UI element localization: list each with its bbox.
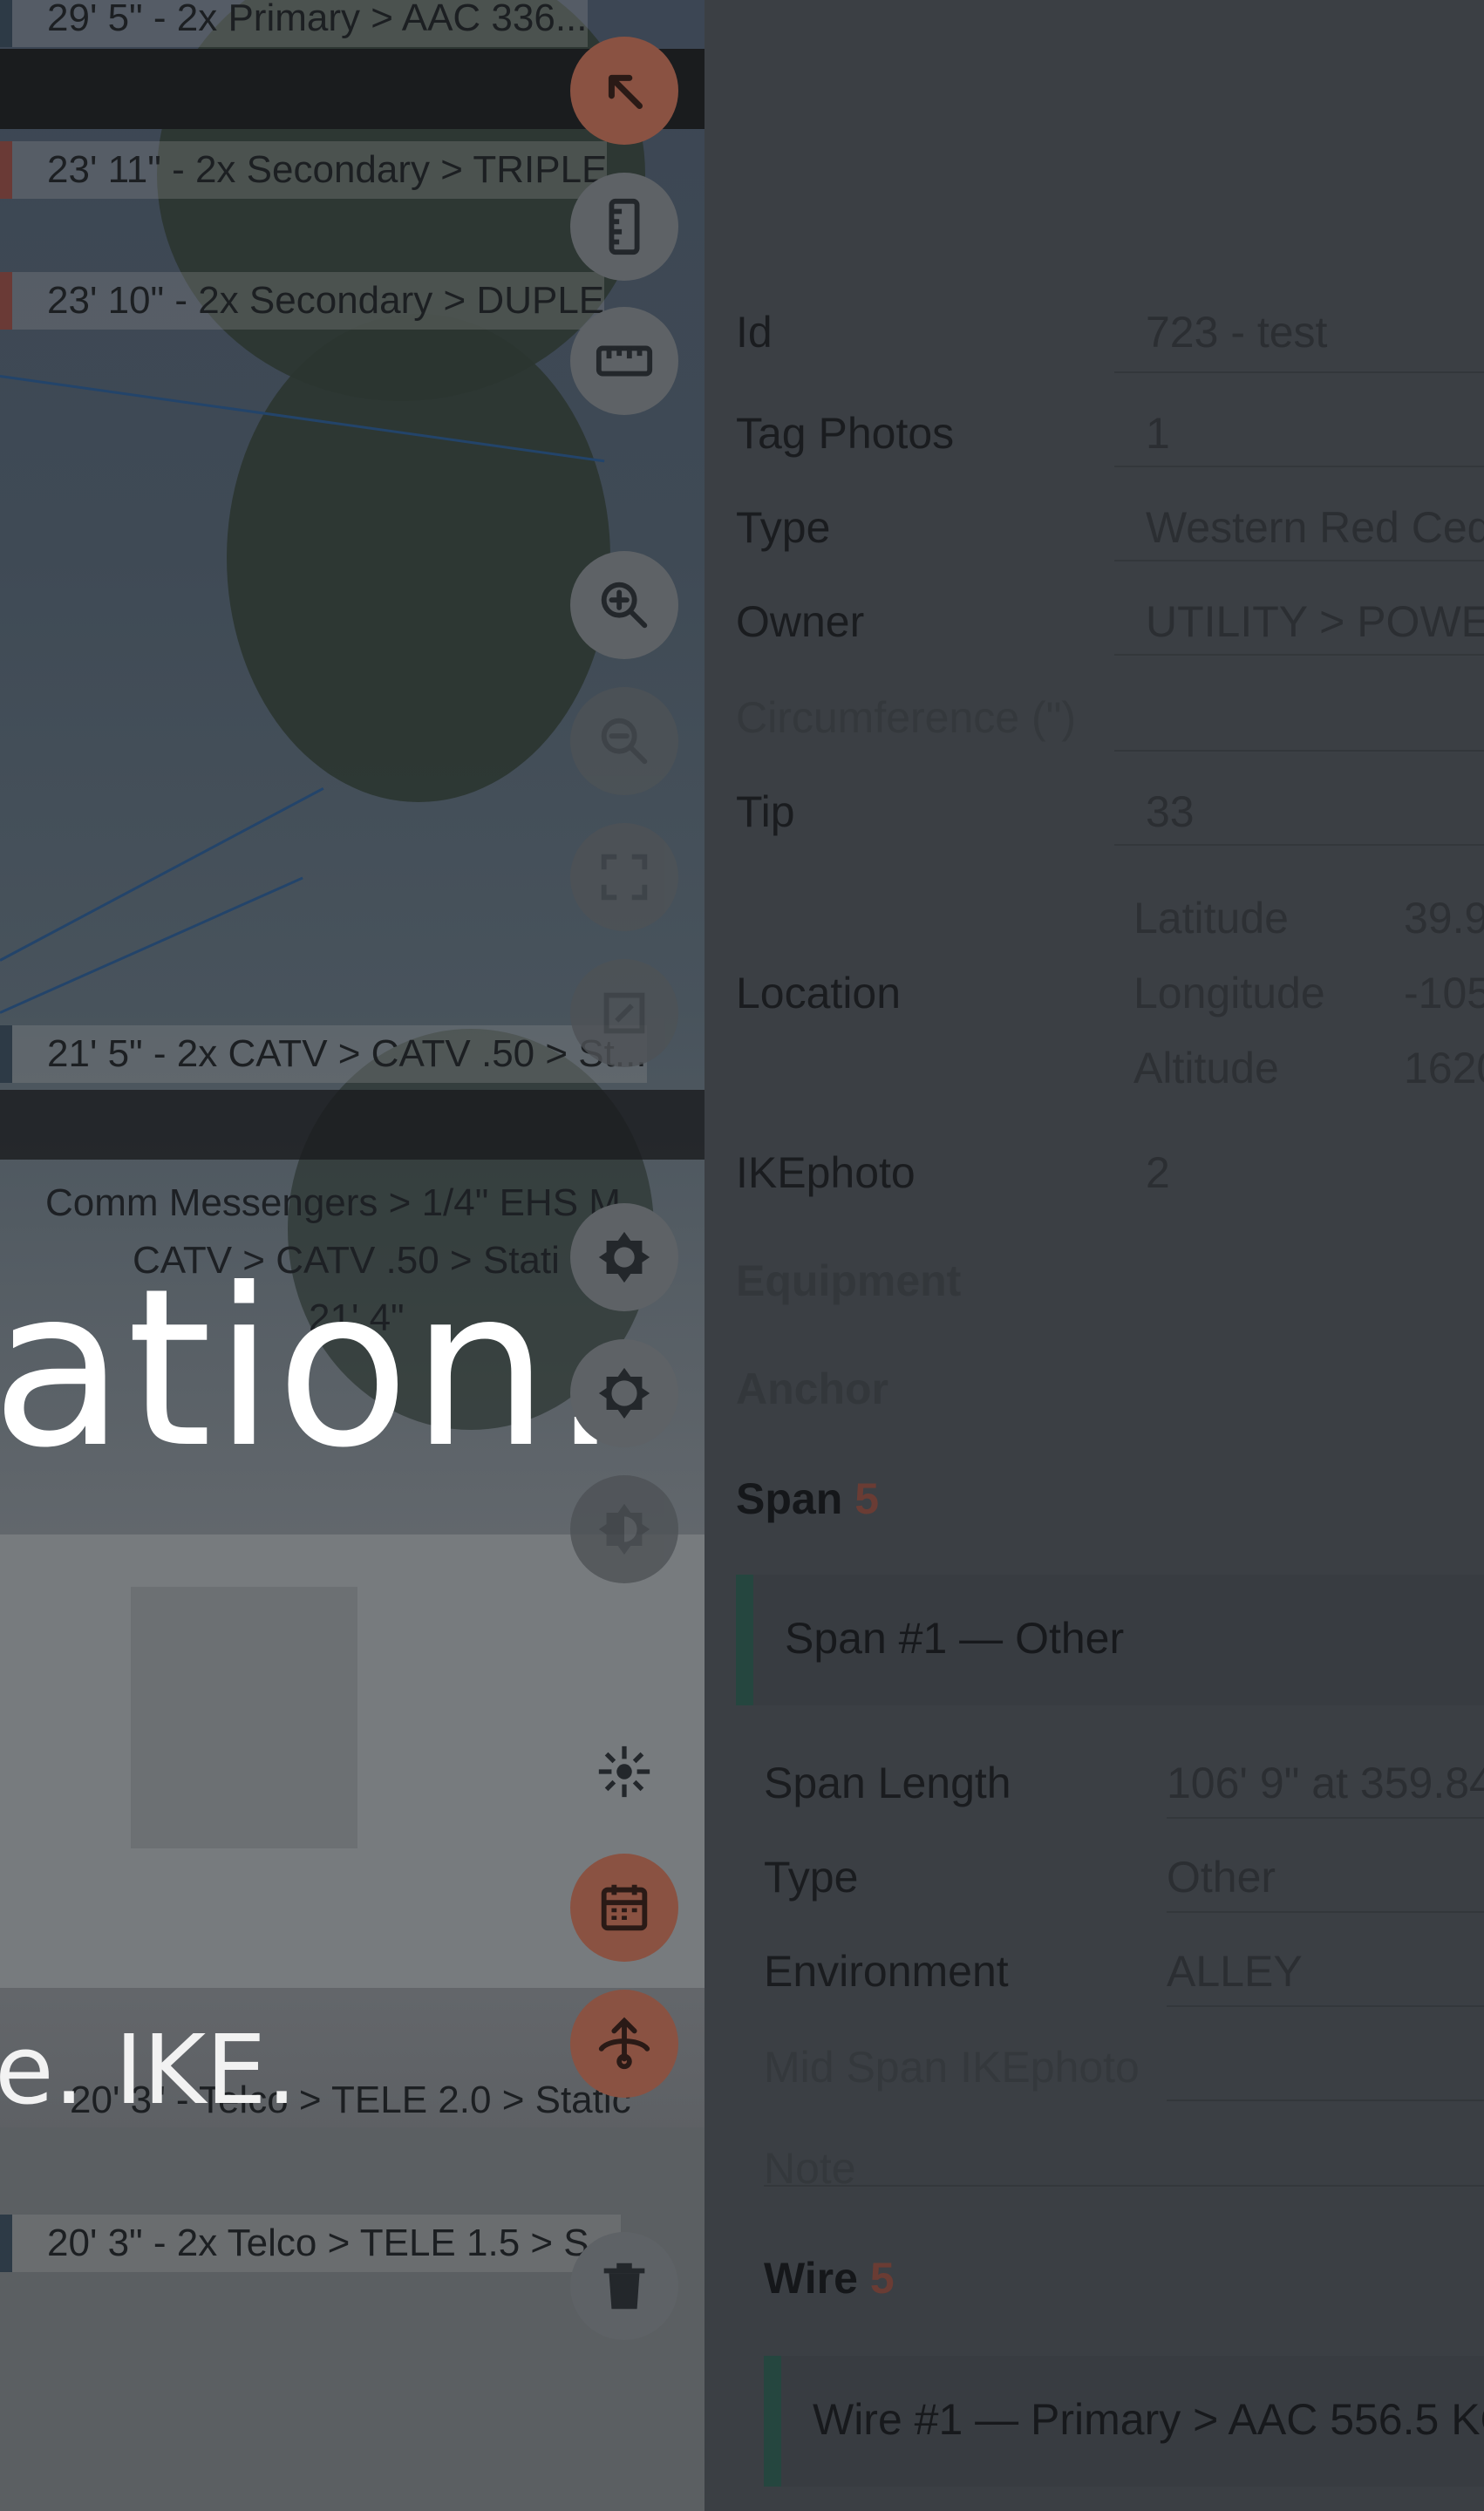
altitude-label: Altitude	[1133, 1044, 1279, 1092]
section-title: Anchor	[736, 1364, 888, 1413]
section-title: Equipment	[736, 1256, 962, 1305]
calendar-icon	[601, 1884, 648, 1931]
span-type-value[interactable]: Other	[1167, 1852, 1276, 1902]
latitude-value[interactable]: 39.9	[1404, 893, 1484, 943]
wire-line	[0, 876, 303, 1014]
attachment-label[interactable]: 29' 5" - 2x Primary > AAC 336...	[0, 0, 588, 47]
attachment-label[interactable]: 20' 3" - 2x Telco > TELE 1.5 > S...	[0, 2215, 622, 2272]
section-title: Wire	[764, 2254, 858, 2303]
brightness-low-icon	[598, 1367, 650, 1419]
contrast-icon	[598, 1503, 650, 1555]
type-value[interactable]: Western Red Ceda	[1146, 502, 1484, 553]
divider	[1167, 2005, 1484, 2007]
ruler-vertical-icon	[609, 198, 640, 255]
divider	[1114, 844, 1484, 846]
photo-viewer[interactable]: 29' 5" - 2x Primary > AAC 336... 23' 11"…	[0, 0, 705, 2511]
divider	[1114, 560, 1484, 561]
ruler-horizontal-icon	[596, 345, 653, 377]
tag-photos-value[interactable]: 1	[1146, 408, 1170, 459]
brightness-up-button[interactable]	[570, 1203, 678, 1311]
wire-card[interactable]: Wire #1 — Primary > AAC 556.5 KCM	[764, 2356, 1484, 2487]
crop-icon	[603, 992, 645, 1034]
field-label: Owner	[736, 597, 865, 646]
arrow-up-left-icon	[608, 74, 643, 109]
photo-band	[0, 1090, 705, 1160]
field-label: Tip	[736, 787, 795, 836]
pole-anchor-button[interactable]	[570, 1990, 678, 2098]
latitude-label: Latitude	[1133, 894, 1289, 942]
sun-icon	[598, 1745, 650, 1798]
hero-headline: ation.	[0, 1242, 623, 1495]
anchor-section-header[interactable]: Anchor	[736, 1364, 888, 1414]
brightness-down-button[interactable]	[570, 1339, 678, 1447]
fullscreen-icon	[601, 854, 648, 901]
field-label: Tag Photos	[736, 409, 955, 458]
divider	[1114, 750, 1484, 752]
wire-line	[0, 786, 324, 962]
measure-height-button[interactable]	[570, 173, 678, 281]
field-label: Span Length	[764, 1759, 1011, 1807]
altitude-value[interactable]: 1620	[1404, 1043, 1484, 1093]
contrast-button[interactable]	[570, 1475, 678, 1583]
light-button[interactable]	[570, 1718, 678, 1826]
pole-detail-panel: Id 723 - test Tag Photos 1 Type Western …	[705, 0, 1484, 2511]
zoom-out-button[interactable]	[570, 687, 678, 795]
divider	[1114, 371, 1484, 373]
longitude-value[interactable]: -105	[1404, 968, 1484, 1018]
house-window	[131, 1587, 357, 1848]
calendar-button[interactable]	[570, 1854, 678, 1962]
delete-button[interactable]	[570, 2232, 678, 2340]
equipment-section-header[interactable]: Equipment	[736, 1256, 961, 1306]
span-card[interactable]: Span #1 — Other	[736, 1575, 1484, 1705]
brightness-high-icon	[598, 1231, 650, 1283]
owner-value[interactable]: UTILITY > POWER	[1146, 596, 1484, 647]
zoom-in-button[interactable]	[570, 551, 678, 659]
field-label: Type	[764, 1853, 859, 1902]
divider	[1114, 654, 1484, 656]
back-arrow-button[interactable]	[570, 37, 678, 145]
wire-count-badge: 5	[869, 2254, 895, 2303]
environment-value[interactable]: ALLEY	[1167, 1946, 1303, 1997]
wire-card-title: Wire #1 — Primary > AAC 556.5 KCM	[813, 2395, 1484, 2444]
attachment-label[interactable]: 23' 11" - 2x Secondary > TRIPLE	[0, 141, 608, 199]
span-section-header[interactable]: Span 5	[736, 1473, 879, 1524]
measure-width-button[interactable]	[570, 307, 678, 415]
crop-button[interactable]	[570, 959, 678, 1067]
section-title: Span	[736, 1474, 843, 1523]
fullscreen-button[interactable]	[570, 823, 678, 931]
zoom-in-icon	[601, 582, 648, 629]
field-label: Type	[736, 503, 831, 552]
divider	[1114, 466, 1484, 467]
divider	[764, 2185, 1484, 2187]
zoom-out-icon	[601, 718, 648, 765]
attachment-label[interactable]: 21' 5" - 2x CATV > CATV .50 > St...	[0, 1025, 647, 1083]
field-label: Circumference (")	[736, 693, 1077, 742]
wire-section-header[interactable]: Wire 5	[764, 2253, 895, 2303]
field-label: Environment	[764, 1947, 1009, 1996]
longitude-label: Longitude	[1133, 969, 1325, 1017]
span-card-title: Span #1 — Other	[785, 1614, 1125, 1663]
tree-foliage	[227, 314, 610, 802]
field-label: Mid Span IKEphoto	[764, 2043, 1140, 2092]
pole-anchor-icon	[598, 2017, 650, 2070]
span-length-value[interactable]: 106' 9" at 359.84	[1167, 1758, 1484, 1808]
field-label: Location	[736, 969, 902, 1017]
attachment-label[interactable]: 23' 10" - 2x Secondary > DUPLE	[0, 272, 605, 330]
divider	[1167, 1817, 1484, 1819]
span-count-badge: 5	[854, 1474, 880, 1523]
tip-value[interactable]: 33	[1146, 786, 1195, 837]
id-value[interactable]: 723 - test	[1146, 307, 1327, 357]
divider	[1167, 2099, 1484, 2101]
field-label: Id	[736, 308, 773, 357]
divider	[1167, 1911, 1484, 1913]
trash-icon	[603, 2263, 645, 2310]
ikephoto-value[interactable]: 2	[1146, 1147, 1170, 1198]
hero-tagline: e. IKE.	[0, 2014, 297, 2126]
field-label: IKEphoto	[736, 1148, 916, 1197]
